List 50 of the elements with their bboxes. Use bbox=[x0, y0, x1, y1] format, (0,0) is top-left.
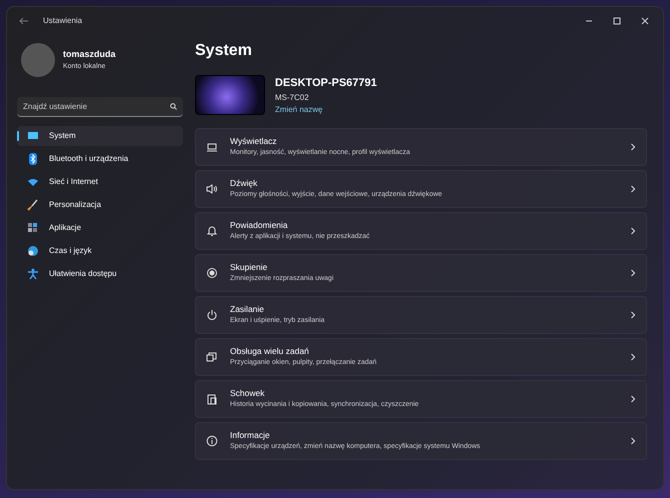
focus-icon bbox=[206, 266, 218, 278]
wallpaper-thumbnail bbox=[195, 75, 265, 116]
device-model: MS-7C02 bbox=[275, 92, 310, 104]
device-name: DESKTOP-PS67791 bbox=[275, 76, 377, 91]
maximize-icon[interactable] bbox=[613, 17, 621, 25]
windows-stack-icon bbox=[206, 350, 218, 362]
chevron-right-icon bbox=[630, 142, 636, 150]
search-field[interactable]: Znajdź ustawienie bbox=[17, 97, 183, 117]
card-title: Dźwięk bbox=[230, 176, 258, 190]
window-title: Ustawienia bbox=[43, 15, 82, 27]
page-title: System bbox=[195, 41, 253, 61]
search-icon bbox=[170, 103, 177, 110]
apps-grid-icon bbox=[27, 222, 39, 234]
chevron-right-icon bbox=[630, 436, 636, 444]
sidebar-item[interactable]: Ułatwienia dostępu bbox=[17, 264, 183, 284]
paintbrush-icon bbox=[27, 199, 39, 211]
person-icon bbox=[27, 268, 39, 280]
chevron-right-icon bbox=[630, 352, 636, 360]
sidebar-item[interactable]: Sieć i Internet bbox=[17, 172, 183, 192]
chevron-right-icon bbox=[630, 226, 636, 234]
chevron-right-icon bbox=[630, 394, 636, 402]
card-title: Informacje bbox=[230, 428, 271, 442]
info-icon bbox=[206, 434, 218, 446]
chevron-right-icon bbox=[630, 310, 636, 318]
bell-icon bbox=[206, 224, 218, 236]
sidebar-item[interactable]: Personalizacja bbox=[17, 195, 183, 215]
rename-link[interactable]: Zmień nazwę bbox=[275, 104, 377, 116]
card-title: Zasilanie bbox=[230, 302, 266, 316]
card-title: Powiadomienia bbox=[230, 218, 289, 232]
monitor-icon bbox=[27, 130, 39, 142]
clipboard-icon bbox=[206, 392, 218, 404]
chevron-right-icon bbox=[630, 184, 636, 192]
card-title: Obsługa wielu zadań bbox=[230, 344, 310, 358]
sidebar-item[interactable]: Czas i język bbox=[17, 241, 183, 261]
sidebar-item[interactable]: System bbox=[17, 126, 183, 146]
bluetooth-icon bbox=[27, 153, 39, 165]
power-icon bbox=[206, 308, 218, 320]
sidebar-item[interactable]: Aplikacje bbox=[17, 218, 183, 238]
chevron-right-icon bbox=[630, 268, 636, 276]
card-title: Wyświetlacz bbox=[230, 134, 278, 148]
laptop-icon bbox=[206, 140, 218, 152]
sidebar-item[interactable]: Bluetooth i urządzenia bbox=[17, 149, 183, 169]
wifi-icon bbox=[27, 176, 39, 188]
selection-indicator bbox=[17, 131, 19, 141]
back-arrow-icon[interactable] bbox=[19, 16, 29, 26]
account-name: tomaszduda bbox=[63, 48, 116, 61]
speaker-icon bbox=[206, 182, 218, 194]
close-icon[interactable] bbox=[641, 17, 649, 25]
card-title: Skupienie bbox=[230, 260, 268, 274]
card-title: Schowek bbox=[230, 386, 266, 400]
